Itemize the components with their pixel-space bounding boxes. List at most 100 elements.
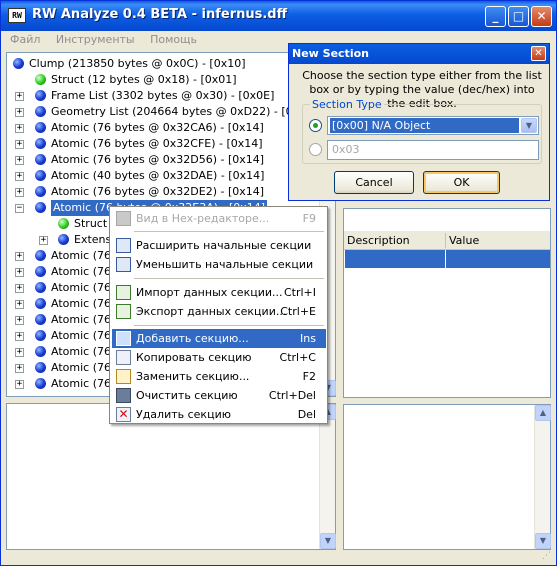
add-section-icon (116, 331, 131, 346)
export-icon (116, 304, 131, 319)
section-icon (35, 186, 46, 197)
description-pane[interactable]: ▲ ▼ (343, 404, 551, 550)
context-menu: Вид в Hex-редакторе... F9 Расширить нача… (109, 206, 328, 424)
menu-item-shortcut: F2 (302, 370, 316, 383)
expand-icon[interactable]: + (15, 300, 24, 309)
expand-icon[interactable]: + (15, 284, 24, 293)
menu-delete-section[interactable]: ✕ Удалить секцию Del (112, 405, 326, 424)
section-icon (35, 314, 46, 325)
tree-item[interactable]: Clump (213850 bytes @ 0x0C) - [0x10] (7, 56, 317, 72)
expand-icon[interactable]: + (15, 156, 24, 165)
scroll-up-icon[interactable]: ▲ (535, 405, 551, 421)
expand-icon[interactable]: + (15, 364, 24, 373)
hex-scrollbar[interactable]: ▲ ▼ (319, 404, 336, 549)
minimize-button[interactable]: _ (485, 6, 506, 27)
section-value-input[interactable]: 0x03 (327, 140, 539, 160)
expand-icon[interactable]: + (39, 236, 48, 245)
section-icon (35, 154, 46, 165)
section-icon (35, 202, 46, 213)
scroll-down-icon[interactable]: ▼ (320, 533, 336, 549)
menu-item-label: Вид в Hex-редакторе... (136, 212, 270, 225)
expand-icon[interactable]: + (15, 140, 24, 149)
cancel-button[interactable]: Cancel (334, 171, 414, 194)
menu-help[interactable]: Помощь (144, 31, 203, 46)
new-section-dialog: New Section ✕ Choose the section type ei… (288, 43, 550, 201)
tree-item-label: Atomic (76 (51, 329, 111, 342)
menu-view-hex[interactable]: Вид в Hex-редакторе... F9 (112, 209, 326, 228)
menu-replace-section[interactable]: Заменить секцию... F2 (112, 367, 326, 386)
menu-file[interactable]: Файл (4, 31, 46, 46)
radio-dot (313, 123, 318, 128)
size-grip-icon[interactable]: ⋰ (542, 551, 554, 563)
header-divider (445, 233, 446, 248)
column-description[interactable]: Description (347, 234, 410, 247)
menu-item-shortcut: Del (297, 408, 316, 421)
menu-copy-section[interactable]: Копировать секцию Ctrl+C (112, 348, 326, 367)
section-icon (13, 58, 24, 69)
delete-icon: ✕ (116, 407, 131, 422)
tree-item[interactable]: + Atomic (76 bytes @ 0x32D56) - [0x14] (7, 152, 317, 168)
tree-item-label: Atomic (40 bytes @ 0x32DAE) - [0x14] (51, 169, 265, 182)
description-scrollbar[interactable]: ▲ ▼ (534, 405, 551, 549)
menu-item-label: Уменьшить начальные секции (136, 258, 314, 271)
tree-item[interactable]: + Atomic (76 bytes @ 0x32DE2) - [0x14] (7, 184, 317, 200)
section-icon (58, 218, 69, 229)
column-value[interactable]: Value (449, 234, 479, 247)
menu-item-label: Копировать секцию (136, 351, 252, 364)
tree-item[interactable]: Struct (12 bytes @ 0x18) - [0x01] (7, 72, 317, 88)
dialog-title[interactable]: New Section (289, 44, 549, 64)
expand-icon[interactable]: + (15, 188, 24, 197)
tree-item-label: Extens (74, 233, 112, 246)
section-type-select[interactable]: [0x00] N/A Object ▼ (327, 116, 539, 135)
tree-item-label: Clump (213850 bytes @ 0x0C) - [0x10] (29, 57, 246, 70)
radio-value[interactable] (309, 143, 322, 156)
scroll-down-icon[interactable]: ▼ (535, 533, 551, 549)
table-row[interactable] (345, 250, 550, 268)
expand-icon[interactable]: + (15, 380, 24, 389)
title-bar[interactable]: RW RW Analyze 0.4 BETA - infernus.dff _ … (1, 1, 556, 31)
expand-icon[interactable]: + (15, 268, 24, 277)
menu-tools[interactable]: Инструменты (50, 31, 141, 46)
tree-item-label: Atomic (76 (51, 377, 111, 390)
tree-item[interactable]: + Atomic (40 bytes @ 0x32DAE) - [0x14] (7, 168, 317, 184)
expand-icon[interactable]: + (15, 108, 24, 117)
tree-item[interactable]: + Frame List (3302 bytes @ 0x30) - [0x0E] (7, 88, 317, 104)
tree-item[interactable]: + Geometry List (204664 bytes @ 0xD22) - … (7, 104, 318, 120)
menu-import-data[interactable]: Импорт данных секции... Ctrl+I (112, 283, 326, 302)
expand-icon[interactable]: + (15, 332, 24, 341)
app-icon: RW (8, 8, 26, 23)
menu-export-data[interactable]: Экспорт данных секции... Ctrl+E (112, 302, 326, 321)
menu-item-shortcut: F9 (302, 212, 316, 225)
expand-icon[interactable]: + (15, 252, 24, 261)
menu-add-section[interactable]: Добавить секцию... Ins (112, 329, 326, 348)
section-icon (35, 266, 46, 277)
menu-expand-sections[interactable]: Расширить начальные секции (112, 236, 326, 255)
maximize-button[interactable]: □ (508, 6, 529, 27)
copy-icon (116, 350, 131, 365)
close-button[interactable]: ✕ (531, 6, 552, 27)
properties-table[interactable]: Description Value (343, 208, 551, 398)
hex-view-icon (116, 211, 131, 226)
menu-item-label: Удалить секцию (136, 408, 231, 421)
hex-preview-pane[interactable]: ▲ ▼ (6, 403, 336, 550)
tree-item[interactable]: + Atomic (76 bytes @ 0x32CA6) - [0x14] (7, 120, 317, 136)
menu-separator (134, 325, 324, 326)
expand-icon[interactable]: + (15, 172, 24, 181)
tree-item-label: Struct (74, 217, 108, 230)
menu-clear-section[interactable]: Очистить секцию Ctrl+Del (112, 386, 326, 405)
window-title: RW Analyze 0.4 BETA - infernus.dff (32, 7, 288, 22)
tree-item[interactable]: + Atomic (76 bytes @ 0x32CFE) - [0x14] (7, 136, 317, 152)
menu-item-label: Экспорт данных секции... (136, 305, 287, 318)
expand-icon[interactable]: + (15, 92, 24, 101)
dialog-close-icon[interactable]: ✕ (531, 46, 546, 61)
expand-icon[interactable]: + (15, 124, 24, 133)
ok-button[interactable]: OK (423, 171, 500, 194)
radio-list[interactable] (309, 119, 322, 132)
expand-icon[interactable]: + (15, 348, 24, 357)
menu-collapse-sections[interactable]: Уменьшить начальные секции (112, 255, 326, 274)
chevron-down-icon[interactable]: ▼ (521, 118, 537, 133)
menu-item-shortcut: Ctrl+I (283, 286, 316, 299)
collapse-icon[interactable]: − (15, 204, 24, 213)
row-divider (445, 250, 446, 268)
expand-icon[interactable]: + (15, 316, 24, 325)
